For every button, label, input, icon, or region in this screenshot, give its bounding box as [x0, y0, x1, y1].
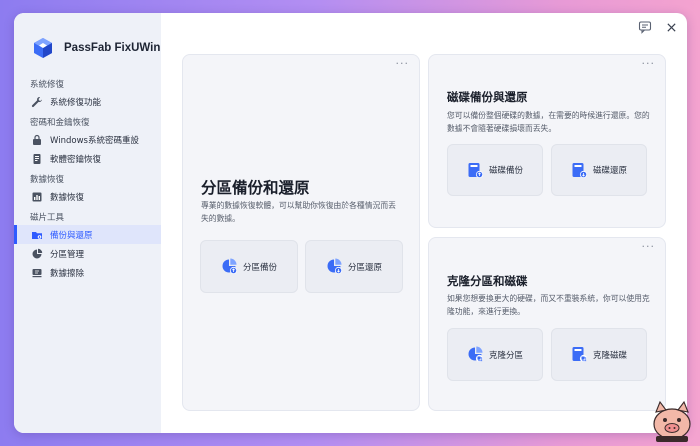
sidebar-item-label: Windows系統密碼重設 — [50, 135, 139, 146]
pie-icon — [31, 248, 43, 260]
section-title: 系統修復 — [30, 80, 65, 90]
app-name: PassFab FixUWin — [64, 42, 161, 54]
card-menu-button[interactable]: ··· — [642, 240, 656, 253]
partition-backup-button[interactable]: 分區備份 — [200, 240, 298, 293]
sidebar-nav: 系統修復 系統修復功能 密碼和金鑰恢復 Windows系統密碼重設 軟體密鑰恢復… — [14, 79, 161, 282]
partition-restore-icon — [326, 258, 343, 275]
section-title: 數據恢復 — [30, 175, 65, 185]
sidebar-item-label: 軟體密鑰恢復 — [50, 154, 102, 165]
clone-card-title: 克隆分區和磁碟 — [447, 274, 528, 288]
disk-card-title: 磁碟備份與還原 — [447, 90, 528, 104]
card-menu-button[interactable]: ··· — [396, 57, 410, 70]
section-title: 磁片工具 — [30, 213, 65, 223]
close-icon[interactable] — [666, 22, 677, 33]
sidebar-item-label: 備份與還原 — [50, 230, 93, 241]
clone-card-desc: 如果您想要換更大的硬碟，而又不重裝系統，你可以使用克隆功能，來進行更換。 — [447, 294, 650, 316]
clone-disk-button[interactable]: 克隆磁碟 — [551, 328, 647, 381]
sidebar-item-backup-restore[interactable]: 備份與還原 — [14, 225, 161, 244]
sidebar-item-label: 數據恢復 — [50, 192, 85, 203]
section-system-repair: 系統修復 系統修復功能 — [14, 79, 161, 111]
eraser-icon — [31, 267, 43, 279]
partition-backup-card: ··· 分區備份和還原 專業的數據恢復軟體，可以幫助你恢復由於各種情況而丟失的數… — [182, 54, 420, 411]
clone-disk-label: 克隆磁碟 — [592, 350, 627, 361]
disk-backup-card: ··· 磁碟備份與還原 您可以備份整個硬碟的數據，在需要的時候進行還原。您的數據… — [428, 54, 666, 228]
card-menu-button[interactable]: ··· — [642, 57, 656, 70]
clone-partition-icon — [467, 346, 484, 363]
disk-backup-label: 磁碟備份 — [488, 166, 523, 176]
partition-card-desc: 專業的數據恢復軟體，可以幫助你恢復由於各種情況而丟失的數據。 — [201, 201, 396, 223]
clone-disk-icon — [571, 346, 588, 363]
sidebar-item-product-key[interactable]: 軟體密鑰恢復 — [14, 149, 161, 168]
sidebar: PassFab FixUWin 系統修復 系統修復功能 密碼和金鑰恢復 Wind… — [14, 13, 161, 433]
file-key-icon — [31, 153, 43, 165]
section-disk-tools: 磁片工具 備份與還原 分區管理 數據擦除 — [14, 212, 161, 282]
sidebar-item-windows-password[interactable]: Windows系統密碼重設 — [14, 130, 161, 149]
section-data-recovery: 數據恢復 數據恢復 — [14, 174, 161, 206]
lock-icon — [31, 134, 43, 146]
sidebar-item-system-repair[interactable]: 系統修復功能 — [14, 92, 161, 111]
disk-backup-button[interactable]: 磁碟備份 — [447, 144, 543, 196]
partition-backup-icon — [221, 258, 238, 275]
folder-icon — [31, 229, 43, 241]
pig-mascot-icon — [653, 400, 691, 442]
section-title: 密碼和金鑰恢復 — [30, 118, 90, 128]
wrench-icon — [31, 96, 43, 108]
partition-backup-label: 分區備份 — [242, 262, 277, 273]
clone-partition-button[interactable]: 克隆分區 — [447, 328, 543, 381]
sidebar-item-partition-manager[interactable]: 分區管理 — [14, 244, 161, 263]
app-window: PassFab FixUWin 系統修復 系統修復功能 密碼和金鑰恢復 Wind… — [14, 13, 687, 433]
sidebar-item-label: 數據擦除 — [50, 268, 85, 279]
feedback-icon[interactable] — [638, 20, 652, 34]
disk-restore-button[interactable]: 磁碟還原 — [551, 144, 647, 196]
disk-restore-icon — [571, 162, 588, 179]
partition-restore-label: 分區還原 — [347, 262, 382, 273]
clone-partition-label: 克隆分區 — [488, 350, 523, 361]
section-password-recovery: 密碼和金鑰恢復 Windows系統密碼重設 軟體密鑰恢復 — [14, 117, 161, 168]
sidebar-item-label: 系統修復功能 — [50, 97, 102, 108]
disk-restore-label: 磁碟還原 — [592, 166, 627, 176]
sidebar-item-label: 分區管理 — [50, 249, 85, 260]
sidebar-item-data-recovery[interactable]: 數據恢復 — [14, 187, 161, 206]
window-controls — [638, 20, 677, 34]
app-logo-icon — [34, 38, 52, 58]
sidebar-item-data-wipe[interactable]: 數據擦除 — [14, 263, 161, 282]
partition-card-title: 分區備份和還原 — [201, 179, 310, 197]
disk-card-desc: 您可以備份整個硬碟的數據，在需要的時候進行還原。您的數據不會隨著硬碟損壞而丟失。 — [447, 111, 650, 133]
brand: PassFab FixUWin — [32, 37, 160, 59]
chart-icon — [31, 191, 43, 203]
disk-backup-icon — [467, 162, 484, 179]
partition-restore-button[interactable]: 分區還原 — [305, 240, 403, 293]
clone-card: ··· 克隆分區和磁碟 如果您想要換更大的硬碟，而又不重裝系統，你可以使用克隆功… — [428, 237, 666, 411]
